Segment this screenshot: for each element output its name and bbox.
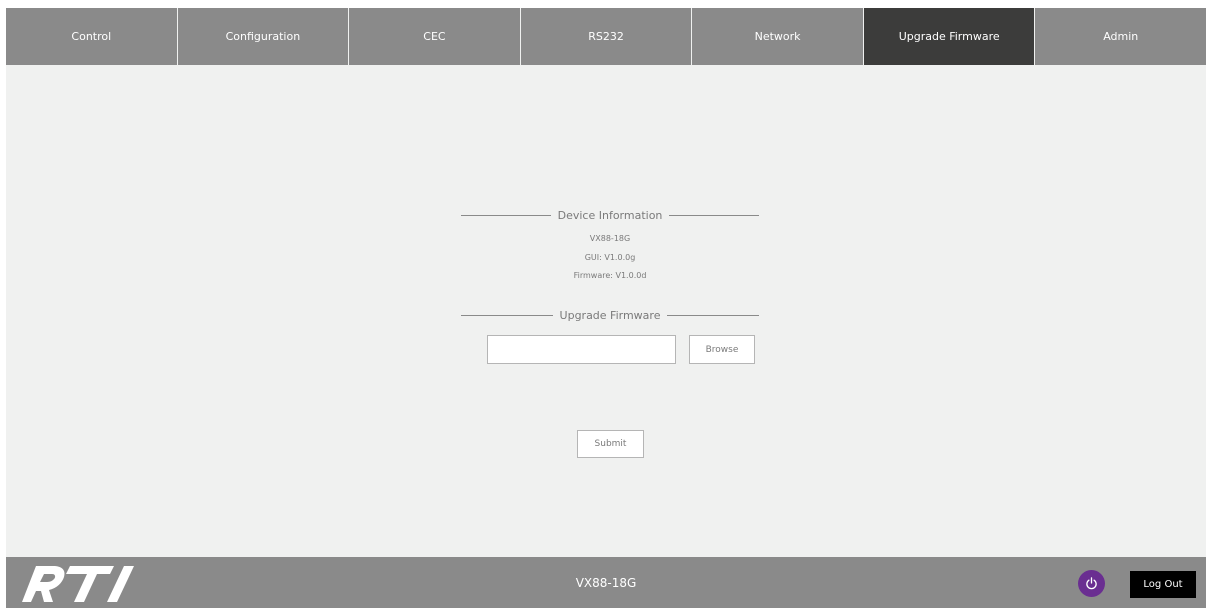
- footer-device-name: VX88-18G: [575, 576, 637, 590]
- footer-bar: VX88-18G Log Out: [6, 557, 1206, 608]
- gui-version: GUI: V1.0.0g: [584, 253, 636, 262]
- browse-button[interactable]: Browse: [689, 335, 755, 364]
- logout-button[interactable]: Log Out: [1130, 571, 1196, 598]
- firmware-file-field[interactable]: [487, 335, 676, 364]
- heading-divider-right: [667, 314, 760, 316]
- heading-divider-left: [461, 314, 553, 316]
- main-content: Device Information VX88-18G GUI: V1.0.0g…: [6, 65, 1206, 557]
- heading-divider-left: [461, 214, 551, 216]
- top-nav: Control Configuration CEC RS232 Network …: [6, 8, 1206, 65]
- device-information-title: Device Information: [557, 208, 663, 222]
- firmware-version: Firmware: V1.0.0d: [573, 271, 647, 280]
- tab-rs232[interactable]: RS232: [521, 8, 693, 65]
- device-model: VX88-18G: [589, 234, 631, 243]
- tab-cec[interactable]: CEC: [349, 8, 521, 65]
- upgrade-firmware-heading: Upgrade Firmware: [461, 308, 760, 322]
- tab-admin[interactable]: Admin: [1035, 8, 1206, 65]
- power-icon: [1086, 577, 1097, 590]
- tab-control[interactable]: Control: [6, 8, 178, 65]
- upgrade-firmware-title: Upgrade Firmware: [559, 308, 661, 322]
- tab-upgrade-firmware[interactable]: Upgrade Firmware: [863, 8, 1036, 65]
- submit-button[interactable]: Submit: [577, 430, 644, 458]
- tab-configuration[interactable]: Configuration: [178, 8, 350, 65]
- power-button[interactable]: [1078, 570, 1105, 597]
- tab-network[interactable]: Network: [692, 8, 864, 65]
- device-information-heading: Device Information: [461, 208, 760, 222]
- app-frame: Control Configuration CEC RS232 Network …: [6, 8, 1206, 608]
- heading-divider-right: [669, 214, 760, 216]
